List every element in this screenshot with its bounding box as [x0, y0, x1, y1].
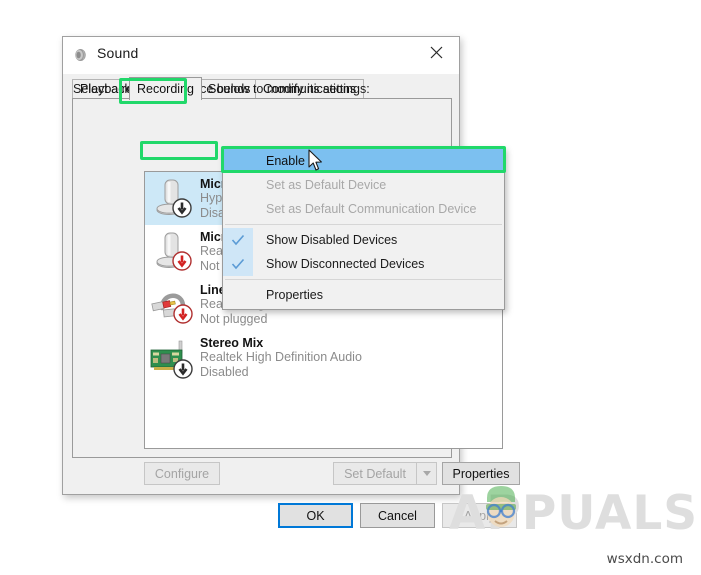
line-in-rca-icon — [149, 282, 196, 328]
menu-item-show-disabled-devices[interactable]: Show Disabled Devices — [223, 228, 504, 252]
ok-button[interactable]: OK — [278, 503, 353, 528]
panel-instruction: Select a recording device below to modif… — [73, 82, 370, 96]
speaker-icon — [73, 47, 89, 63]
menu-separator — [225, 224, 502, 225]
device-driver: Realtek High Definition Audio — [200, 350, 362, 365]
menu-item-set-as-default-communication-device[interactable]: Set as Default Communication Device — [223, 197, 504, 221]
microphone-icon — [149, 176, 196, 222]
cancel-button[interactable]: Cancel — [360, 503, 435, 528]
menu-item-label: Show Disconnected Devices — [266, 257, 425, 271]
device-status: Disabled — [200, 364, 249, 379]
device-name: Stereo Mix — [200, 335, 264, 350]
device-context-menu: Enable Set as Default Device Set as Defa… — [222, 147, 505, 310]
menu-item-label: Properties — [266, 288, 323, 302]
configure-button[interactable]: Configure — [144, 462, 220, 485]
set-default-button[interactable]: Set Default — [333, 462, 417, 485]
checkmark-icon — [223, 228, 253, 252]
menu-item-enable[interactable]: Enable — [223, 149, 504, 173]
table-row[interactable]: Stereo Mix Realtek High Definition Audio… — [145, 331, 502, 384]
menu-item-label: Show Disabled Devices — [266, 233, 398, 247]
set-default-dropdown-button[interactable] — [417, 462, 437, 485]
close-icon[interactable] — [414, 37, 459, 67]
microphone-icon — [149, 229, 196, 275]
menu-item-label: Set as Default Device — [266, 178, 387, 192]
tab-recording[interactable]: Recording — [129, 77, 202, 100]
checkmark-icon — [223, 252, 253, 276]
window-title: Sound — [97, 45, 139, 61]
device-status: Not plugged — [200, 311, 268, 326]
title-bar: Sound — [63, 37, 459, 74]
site-credit-text: wsxdn.com — [606, 551, 683, 567]
appuals-watermark: APPUALS — [449, 486, 697, 541]
menu-item-label: Enable — [266, 154, 305, 168]
chevron-down-icon — [422, 471, 431, 476]
sound-card-icon — [149, 335, 196, 381]
menu-item-set-as-default-device[interactable]: Set as Default Device — [223, 173, 504, 197]
menu-item-show-disconnected-devices[interactable]: Show Disconnected Devices — [223, 252, 504, 276]
menu-item-properties[interactable]: Properties — [223, 283, 504, 307]
menu-item-label: Set as Default Communication Device — [266, 202, 477, 216]
menu-separator — [225, 279, 502, 280]
watermark-mascot-icon — [477, 482, 525, 538]
